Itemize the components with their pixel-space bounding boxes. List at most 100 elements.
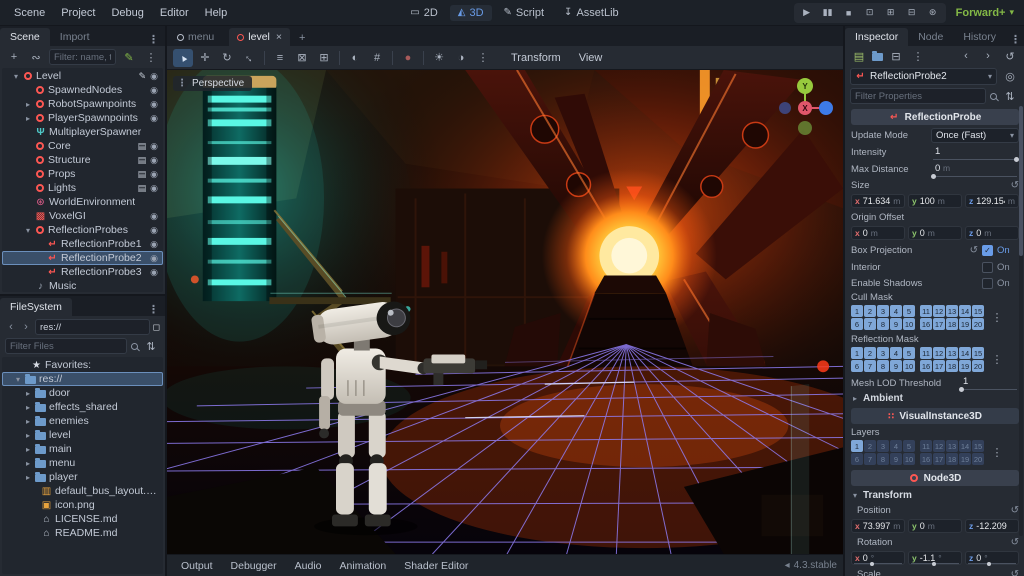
sort-icon[interactable]: ⇅ — [142, 338, 160, 354]
script-badge-icon[interactable]: ▤ — [138, 155, 147, 166]
axis-gizmo[interactable]: Y X — [773, 74, 837, 138]
script-badge-icon[interactable]: ▤ — [138, 183, 147, 194]
close-icon[interactable]: × — [276, 31, 282, 43]
history-forward-icon[interactable]: › — [979, 48, 997, 64]
visibility-eye-icon[interactable]: ◉ — [150, 253, 158, 264]
chevron-icon[interactable]: ▸ — [24, 445, 32, 454]
layer-cell-7[interactable]: 7 — [864, 360, 876, 372]
layer-cell-7[interactable]: 7 — [864, 453, 876, 465]
layer-cell-14[interactable]: 14 — [959, 440, 971, 452]
layer-cell-13[interactable]: 13 — [946, 305, 958, 317]
revert-icon[interactable]: ↺ — [1011, 505, 1019, 516]
filesystem-row[interactable]: ▸ player — [2, 470, 163, 484]
scene-tree-row[interactable]: ReflectionProbe3 ◉ — [2, 265, 163, 279]
chevron-icon[interactable]: ▸ — [24, 100, 32, 109]
origin-z-field[interactable]: z0m — [965, 226, 1019, 240]
chevron-icon[interactable]: ▸ — [24, 473, 32, 482]
layer-cell-6[interactable]: 6 — [851, 318, 863, 330]
script-badge-icon[interactable]: ▤ — [138, 169, 147, 180]
visibility-eye-icon[interactable]: ◉ — [150, 183, 158, 194]
scene-tree-row[interactable]: Lights ▤ ◉ — [2, 181, 163, 195]
layer-cell-11[interactable]: 11 — [920, 347, 932, 359]
max-distance-slider[interactable]: 0 m — [931, 162, 1019, 179]
layer-cell-12[interactable]: 12 — [933, 305, 945, 317]
visibility-eye-icon[interactable]: ◉ — [150, 225, 158, 236]
script-badge-icon[interactable]: ✎ — [139, 71, 147, 82]
new-resource-icon[interactable]: ▤ — [850, 48, 868, 64]
layer-cell-5[interactable]: 5 — [903, 347, 915, 359]
menu-item[interactable]: Debug — [103, 4, 151, 22]
box-projection-checkbox[interactable]: ✓ — [982, 245, 993, 256]
enable-shadows-checkbox[interactable] — [982, 277, 993, 289]
panel-menu-icon[interactable]: ⋮ — [144, 33, 163, 46]
forward-icon[interactable]: › — [20, 321, 32, 333]
3d-viewport[interactable]: ⋮ Perspective Y X — [167, 70, 843, 554]
size-z-field[interactable]: z129.154m — [965, 194, 1019, 208]
split-mode-icon[interactable]: ◻ — [153, 322, 160, 333]
layer-cell-15[interactable]: 15 — [972, 440, 984, 452]
filesystem-row[interactable]: LICENSE.md — [2, 512, 163, 526]
scene-tree-row[interactable]: ReflectionProbe2 ◉ — [2, 251, 163, 265]
filesystem-row[interactable]: ▸ main — [2, 442, 163, 456]
separator[interactable] — [264, 50, 265, 65]
scene-tree-row[interactable]: Core ▤ ◉ — [2, 139, 163, 153]
mask-menu-icon[interactable]: ⋮ — [988, 352, 1006, 368]
move-tool-button[interactable]: ✛ — [195, 49, 215, 67]
section-visual-instance-3d[interactable]: ∷ VisualInstance3D — [851, 408, 1019, 424]
layer-cell-10[interactable]: 10 — [903, 360, 915, 372]
layer-cell-14[interactable]: 14 — [959, 305, 971, 317]
scene-tree-row[interactable]: ▸ RobotSpawnpoints ◉ — [2, 97, 163, 111]
property-filter-input[interactable] — [850, 88, 986, 104]
visibility-eye-icon[interactable]: ◉ — [150, 85, 158, 96]
layer-cell-10[interactable]: 10 — [903, 318, 915, 330]
scene-tab[interactable]: level × — [229, 28, 291, 46]
scene-tree-row[interactable]: ReflectionProbe1 ◉ — [2, 237, 163, 251]
filesystem-filter-input[interactable] — [5, 338, 127, 354]
section-node3d[interactable]: Node3D — [851, 470, 1019, 486]
layer-cell-12[interactable]: 12 — [933, 347, 945, 359]
preview-environment-button[interactable]: ◑ — [451, 49, 471, 67]
edited-object-selector[interactable]: ReflectionProbe2 ▾ — [850, 68, 997, 85]
layer-cell-18[interactable]: 18 — [946, 318, 958, 330]
group-button[interactable]: ⊞ — [314, 49, 334, 67]
separator[interactable] — [423, 50, 424, 65]
movie-maker-button[interactable]: ⊛ — [923, 4, 943, 22]
scene-tree-row[interactable]: Props ▤ ◉ — [2, 167, 163, 181]
play-scene-button[interactable]: ⊞ — [881, 4, 901, 22]
layer-cell-1[interactable]: 1 — [851, 305, 863, 317]
history-back-icon[interactable]: ‹ — [957, 48, 975, 64]
layer-cell-2[interactable]: 2 — [864, 347, 876, 359]
layer-cell-20[interactable]: 20 — [972, 453, 984, 465]
layer-cell-18[interactable]: 18 — [946, 453, 958, 465]
chevron-icon[interactable]: ▸ — [24, 431, 32, 440]
back-icon[interactable]: ‹ — [5, 321, 17, 333]
layer-cell-14[interactable]: 14 — [959, 347, 971, 359]
visibility-eye-icon[interactable]: ◉ — [150, 141, 158, 152]
view-menu[interactable]: View — [571, 50, 611, 66]
layer-cell-16[interactable]: 16 — [920, 453, 932, 465]
layer-cell-13[interactable]: 13 — [946, 347, 958, 359]
rotation-x-field[interactable]: x 0 ° — [851, 551, 905, 566]
resource-extras-icon[interactable]: ⋮ — [909, 48, 927, 64]
scene-tree-row[interactable]: VoxelGI ◉ — [2, 209, 163, 223]
layer-cell-6[interactable]: 6 — [851, 360, 863, 372]
filesystem-row[interactable]: icon.png — [2, 498, 163, 512]
menu-item[interactable]: Editor — [152, 4, 197, 22]
scene-tree-menu-icon[interactable]: ⋮ — [142, 49, 160, 65]
property-sort-icon[interactable]: ⇅ — [1001, 88, 1019, 104]
visibility-eye-icon[interactable]: ◉ — [150, 267, 158, 278]
object-options-icon[interactable]: ◎ — [1001, 69, 1019, 85]
layer-cell-9[interactable]: 9 — [890, 318, 902, 330]
layer-cell-8[interactable]: 8 — [877, 453, 889, 465]
layer-cell-8[interactable]: 8 — [877, 360, 889, 372]
load-resource-icon[interactable] — [872, 51, 883, 61]
layer-cell-19[interactable]: 19 — [959, 453, 971, 465]
filesystem-row[interactable]: default_bus_layout.tres — [2, 484, 163, 498]
scene-filter-input[interactable] — [49, 49, 116, 65]
chevron-icon[interactable]: ▸ — [24, 389, 32, 398]
panel-menu-icon[interactable]: ⋮ — [1006, 33, 1024, 46]
layer-cell-19[interactable]: 19 — [959, 360, 971, 372]
menu-item[interactable]: Help — [197, 4, 236, 22]
chevron-icon[interactable]: ▸ — [24, 459, 32, 468]
layer-cell-5[interactable]: 5 — [903, 305, 915, 317]
